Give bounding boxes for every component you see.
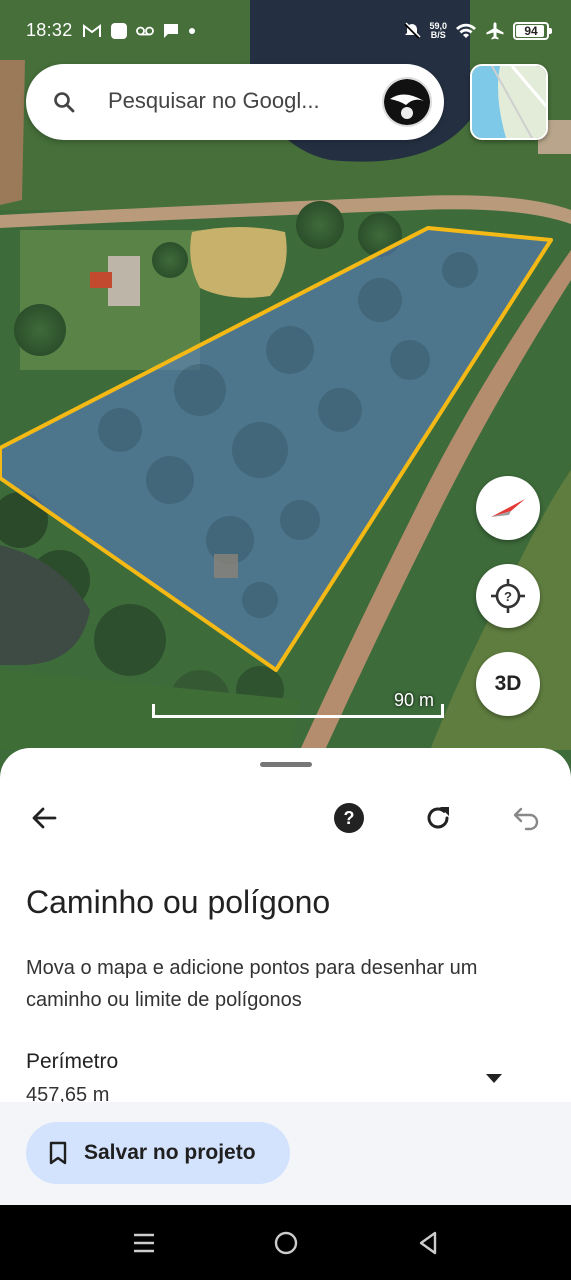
metric-label: Perímetro bbox=[26, 1050, 119, 1073]
net-speed-unit: B/S bbox=[430, 30, 446, 40]
arrow-back-icon bbox=[32, 807, 57, 829]
scale-label: 90 m bbox=[393, 690, 434, 710]
nav-back-button[interactable] bbox=[412, 1227, 444, 1259]
wifi-icon bbox=[456, 23, 476, 38]
compass-button[interactable] bbox=[476, 476, 540, 540]
metric-dropdown-button[interactable] bbox=[476, 1066, 512, 1090]
back-button[interactable] bbox=[24, 798, 64, 838]
drag-handle[interactable] bbox=[260, 762, 312, 767]
back-triangle-icon bbox=[419, 1231, 437, 1255]
home-circle-icon bbox=[274, 1231, 298, 1255]
help-icon: ? bbox=[334, 803, 364, 833]
svg-text:?: ? bbox=[504, 589, 512, 604]
bookmark-icon bbox=[49, 1141, 67, 1165]
my-location-button[interactable]: ? bbox=[476, 564, 540, 628]
save-button-label: Salvar no projeto bbox=[84, 1141, 256, 1164]
undo-icon bbox=[513, 807, 539, 831]
menu-icon bbox=[134, 1233, 154, 1253]
search-bar[interactable]: Pesquisar no Googl... bbox=[26, 64, 444, 140]
status-bar: 18:32 59,0 B/S 94 bbox=[0, 0, 571, 64]
search-icon[interactable] bbox=[52, 90, 76, 114]
my-location-icon: ? bbox=[491, 579, 525, 613]
map-layers-thumbnail-icon bbox=[472, 66, 546, 138]
map-scale: 90 m bbox=[152, 690, 444, 722]
save-to-project-button[interactable]: Salvar no projeto bbox=[26, 1122, 290, 1184]
voicemail-icon bbox=[136, 26, 154, 36]
nav-home-button[interactable] bbox=[270, 1227, 302, 1259]
help-button[interactable]: ? bbox=[329, 798, 369, 838]
battery-level: 94 bbox=[524, 24, 538, 38]
dot-icon bbox=[189, 28, 195, 34]
status-time: 18:32 bbox=[26, 20, 73, 40]
bell-off-icon bbox=[404, 22, 421, 39]
arrow-drop-down-icon bbox=[486, 1074, 502, 1083]
refresh-button[interactable] bbox=[418, 798, 458, 838]
compass-icon bbox=[491, 499, 525, 517]
status-notification-icons bbox=[82, 20, 196, 42]
layers-button[interactable] bbox=[470, 64, 548, 140]
chat-icon bbox=[164, 24, 178, 38]
app-icon bbox=[111, 23, 127, 39]
sheet-description: Mova o mapa e adicione pontos para desen… bbox=[26, 957, 478, 1011]
system-nav-bar bbox=[0, 1205, 571, 1280]
undo-button[interactable] bbox=[507, 798, 547, 838]
search-input[interactable]: Pesquisar no Googl... bbox=[108, 88, 320, 114]
net-speed: 59,0 B/S bbox=[429, 22, 447, 40]
bottom-sheet: ? Caminho ou polígono Mova o mapa e adic… bbox=[0, 748, 571, 1205]
avatar[interactable] bbox=[382, 77, 432, 127]
sheet-title: Caminho ou polígono bbox=[26, 884, 331, 920]
gmail-icon bbox=[83, 24, 101, 37]
3d-button[interactable]: 3D bbox=[476, 652, 540, 716]
battery-indicator: 94 bbox=[513, 22, 552, 40]
airplane-icon bbox=[486, 22, 504, 40]
status-system-icons: 59,0 B/S 94 bbox=[403, 18, 552, 44]
svg-text:?: ? bbox=[344, 808, 355, 828]
nav-recents-button[interactable] bbox=[128, 1227, 160, 1259]
refresh-icon bbox=[427, 807, 449, 829]
